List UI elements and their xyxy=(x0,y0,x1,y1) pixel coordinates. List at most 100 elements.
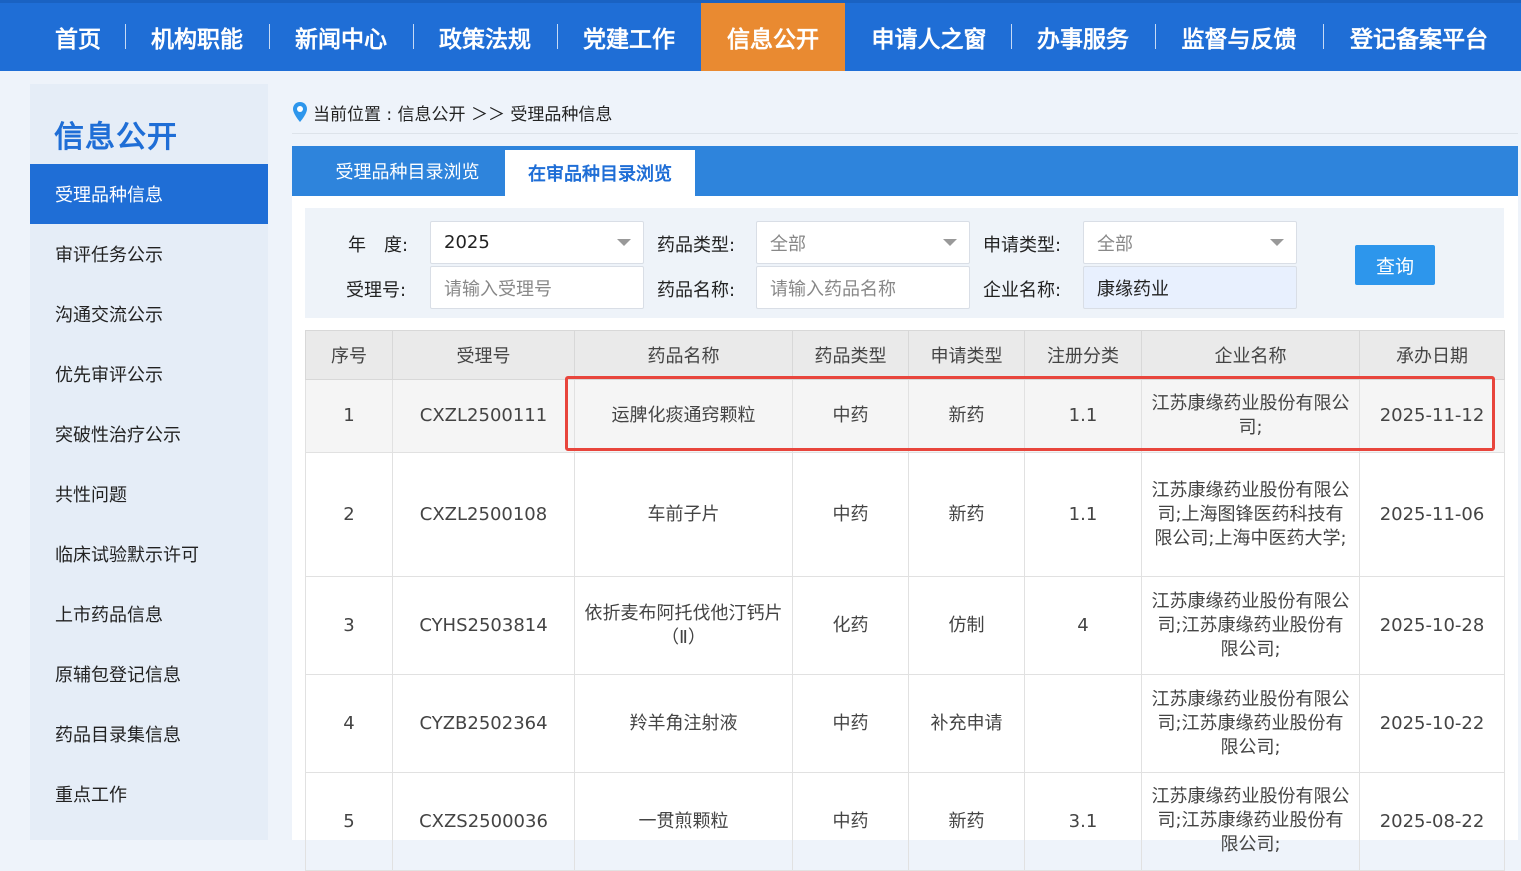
sidebar-item-accepted-varieties[interactable]: 受理品种信息 xyxy=(30,164,268,224)
table-cell: 4 xyxy=(305,674,393,773)
column-header: 药品名称 xyxy=(574,330,793,380)
location-pin-icon xyxy=(293,102,307,122)
sidebar-item-marketed-drugs[interactable]: 上市药品信息 xyxy=(30,584,268,644)
table-cell: 2025-10-22 xyxy=(1359,674,1505,773)
sidebar-title: 信息公开 xyxy=(54,120,178,155)
table-cell: 江苏康缘药业股份有限公司;上海图锋医药科技有限公司;上海中医药大学; xyxy=(1141,452,1360,577)
nav-separator xyxy=(125,24,126,49)
table-cell: 2 xyxy=(305,452,393,577)
year-select[interactable]: 2025 xyxy=(430,221,644,264)
sidebar-item-priority-review[interactable]: 优先审评公示 xyxy=(30,344,268,404)
table-row[interactable]: 2 CXZL2500108 车前子片 中药 新药 1.1 江苏康缘药业股份有限公… xyxy=(305,452,1505,577)
query-button[interactable]: 查询 xyxy=(1355,245,1435,285)
sidebar-item-drug-catalog[interactable]: 药品目录集信息 xyxy=(30,704,268,764)
year-label: 年 度: xyxy=(348,235,409,256)
breadcrumb-text: 当前位置 : 信息公开 ＞＞ 受理品种信息 xyxy=(313,104,613,125)
nav-item-party[interactable]: 党建工作 xyxy=(568,3,690,71)
table-row[interactable]: 4 CYZB2502364 羚羊角注射液 中药 补充申请 江苏康缘药业股份有限公… xyxy=(305,674,1505,773)
table-cell: 补充申请 xyxy=(908,674,1025,773)
table-cell: CXZL2500108 xyxy=(392,452,575,577)
column-header: 受理号 xyxy=(392,330,575,380)
sidebar-item-clinical-trial[interactable]: 临床试验默示许可 xyxy=(30,524,268,584)
nav-separator xyxy=(269,24,270,49)
nav-separator xyxy=(1323,24,1324,49)
table-cell: 2025-10-28 xyxy=(1359,576,1505,675)
table-cell: 中药 xyxy=(792,379,909,453)
drug-name-label: 药品名称: xyxy=(657,280,736,301)
table-cell: 中药 xyxy=(792,772,909,871)
nav-item-policy[interactable]: 政策法规 xyxy=(424,3,546,71)
drug-name-input[interactable]: 请输入药品名称 xyxy=(756,266,970,309)
results-table: 序号 受理号 药品名称 药品类型 申请类型 注册分类 企业名称 承办日期 1 C… xyxy=(305,330,1505,871)
table-cell: 1 xyxy=(305,379,393,453)
table-cell[interactable]: 羚羊角注射液 xyxy=(574,674,793,773)
table-cell: CXZL2500111 xyxy=(392,379,575,453)
table-cell[interactable]: 运脾化痰通窍颗粒 xyxy=(574,379,793,453)
apply-type-label: 申请类型: xyxy=(983,235,1062,256)
sidebar-item-excipients[interactable]: 原辅包登记信息 xyxy=(30,644,268,704)
accept-no-label: 受理号: xyxy=(346,280,407,301)
nav-separator xyxy=(1155,24,1156,49)
column-header: 药品类型 xyxy=(792,330,909,380)
table-cell: CYZB2502364 xyxy=(392,674,575,773)
table-cell: 仿制 xyxy=(908,576,1025,675)
nav-separator xyxy=(557,24,558,49)
apply-type-value: 全部 xyxy=(1097,233,1133,255)
sidebar-item-communication[interactable]: 沟通交流公示 xyxy=(30,284,268,344)
apply-type-select[interactable]: 全部 xyxy=(1083,221,1297,264)
accept-no-input[interactable]: 请输入受理号 xyxy=(430,266,644,309)
table-cell: 4 xyxy=(1024,576,1142,675)
table-cell: 2025-11-06 xyxy=(1359,452,1505,577)
sidebar-item-breakthrough[interactable]: 突破性治疗公示 xyxy=(30,404,268,464)
nav-item-registration-platform[interactable]: 登记备案平台 xyxy=(1334,3,1504,71)
year-value: 2025 xyxy=(444,232,490,253)
breadcrumb-divider xyxy=(292,133,1518,134)
table-cell[interactable]: 车前子片 xyxy=(574,452,793,577)
chevron-down-icon xyxy=(943,239,957,246)
tab-bar: 受理品种目录浏览 在审品种目录浏览 xyxy=(292,146,1518,196)
table-cell: 江苏康缘药业股份有限公司; xyxy=(1141,379,1360,453)
table-cell: CXZS2500036 xyxy=(392,772,575,871)
table-row[interactable]: 5 CXZS2500036 一贯煎颗粒 中药 新药 3.1 江苏康缘药业股份有限… xyxy=(305,772,1505,871)
table-cell: 新药 xyxy=(908,772,1025,871)
sidebar: 信息公开 受理品种信息 审评任务公示 沟通交流公示 优先审评公示 突破性治疗公示… xyxy=(30,84,268,840)
nav-item-home[interactable]: 首页 xyxy=(40,3,116,71)
table-cell[interactable]: 一贯煎颗粒 xyxy=(574,772,793,871)
top-navigation: 首页 机构职能 新闻中心 政策法规 党建工作 信息公开 申请人之窗 办事服务 监… xyxy=(0,0,1521,71)
drug-type-label: 药品类型: xyxy=(657,235,736,256)
table-cell: 新药 xyxy=(908,452,1025,577)
nav-item-news[interactable]: 新闻中心 xyxy=(280,3,402,71)
chevron-down-icon xyxy=(1270,239,1284,246)
breadcrumb: 当前位置 : 信息公开 ＞＞ 受理品种信息 xyxy=(292,98,612,126)
table-cell: 化药 xyxy=(792,576,909,675)
sidebar-item-common-issues[interactable]: 共性问题 xyxy=(30,464,268,524)
filter-panel: 年 度: 2025 药品类型: 全部 申请类型: 全部 受理号: 请输入受理号 … xyxy=(305,208,1504,318)
column-header: 承办日期 xyxy=(1359,330,1505,380)
table-cell: 3.1 xyxy=(1024,772,1142,871)
table-cell: 2025-11-12 xyxy=(1359,379,1505,453)
nav-item-services[interactable]: 办事服务 xyxy=(1022,3,1144,71)
drug-type-value: 全部 xyxy=(770,233,806,255)
nav-item-institution[interactable]: 机构职能 xyxy=(136,3,258,71)
table-cell: 江苏康缘药业股份有限公司;江苏康缘药业股份有限公司; xyxy=(1141,674,1360,773)
table-cell: 1.1 xyxy=(1024,379,1142,453)
sidebar-item-key-work[interactable]: 重点工作 xyxy=(30,764,268,824)
table-cell: CYHS2503814 xyxy=(392,576,575,675)
column-header: 申请类型 xyxy=(908,330,1025,380)
table-row[interactable]: 3 CYHS2503814 依折麦布阿托伐他汀钙片（Ⅱ） 化药 仿制 4 江苏康… xyxy=(305,576,1505,675)
table-row[interactable]: 1 CXZL2500111 运脾化痰通窍颗粒 中药 新药 1.1 江苏康缘药业股… xyxy=(305,379,1505,453)
column-header: 注册分类 xyxy=(1024,330,1142,380)
sidebar-item-review-tasks[interactable]: 审评任务公示 xyxy=(30,224,268,284)
table-cell: 新药 xyxy=(908,379,1025,453)
table-header-row: 序号 受理号 药品名称 药品类型 申请类型 注册分类 企业名称 承办日期 xyxy=(305,330,1505,380)
tab-accepted-catalog[interactable]: 受理品种目录浏览 xyxy=(310,146,505,196)
nav-item-applicant[interactable]: 申请人之窗 xyxy=(856,3,1002,71)
tab-under-review-catalog[interactable]: 在审品种目录浏览 xyxy=(505,150,695,196)
drug-type-select[interactable]: 全部 xyxy=(756,221,970,264)
nav-item-info-disclosure[interactable]: 信息公开 xyxy=(701,3,845,71)
table-cell: 中药 xyxy=(792,452,909,577)
company-input[interactable]: 康缘药业 xyxy=(1083,266,1297,309)
table-cell: 5 xyxy=(305,772,393,871)
nav-item-feedback[interactable]: 监督与反馈 xyxy=(1166,3,1312,71)
table-cell[interactable]: 依折麦布阿托伐他汀钙片（Ⅱ） xyxy=(574,576,793,675)
